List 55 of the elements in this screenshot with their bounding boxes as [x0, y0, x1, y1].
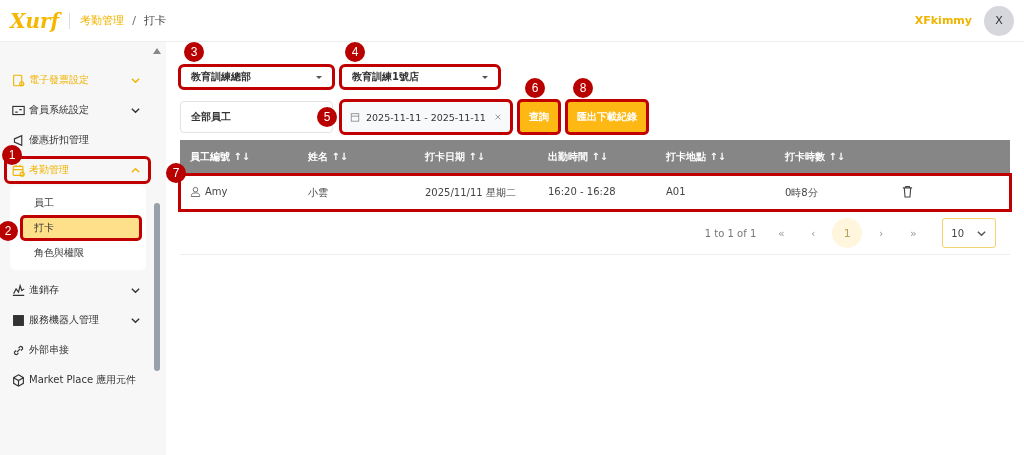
callout-badge: 7 [166, 163, 186, 183]
callout-badge: 4 [345, 42, 365, 62]
table-cell: 0時8分 [785, 186, 818, 200]
table-cell: 小雲 [308, 186, 328, 200]
select-field[interactable]: 教育訓練1號店 [341, 66, 499, 88]
sidebar-item[interactable]: 服務機器人管理 [6, 308, 149, 332]
callout-badge: 3 [184, 42, 204, 62]
date-range-field[interactable]: 2025-11-11 - 2025-11-11 [341, 101, 511, 133]
callout-badge: 6 [525, 78, 545, 98]
next-page-button[interactable]: › [868, 218, 895, 248]
select-field[interactable]: 教育訓練總部 [180, 66, 333, 88]
clear-icon[interactable] [494, 113, 502, 121]
calendar-icon [12, 163, 25, 177]
column-header[interactable]: 出勤時間 ↑↓ [548, 150, 609, 164]
table-cell: Amy [190, 186, 228, 197]
sidebar-item[interactable]: 外部串接 [6, 338, 149, 362]
calendar-icon [350, 112, 360, 122]
sidebar-item[interactable]: 會員系統設定 [6, 98, 149, 122]
chart-icon [12, 283, 25, 297]
megaphone-icon [12, 133, 25, 147]
cube-icon [12, 373, 25, 387]
first-page-button[interactable]: « [768, 218, 795, 248]
breadcrumb-separator: / [132, 14, 136, 27]
sidebar-item[interactable]: 進銷存 [6, 278, 149, 302]
table-cell: 16:20 - 16:28 [548, 186, 616, 197]
trash-icon[interactable] [902, 185, 913, 198]
submenu-item[interactable]: 員工 [22, 192, 140, 214]
column-header[interactable]: 姓名 ↑↓ [308, 150, 349, 164]
column-header[interactable]: 打卡日期 ↑↓ [425, 150, 486, 164]
user-avatar[interactable]: X [984, 5, 1014, 36]
id-card-icon [12, 103, 25, 117]
person-icon [190, 186, 201, 197]
table-cell: 2025/11/11 星期二 [425, 186, 516, 200]
link-icon [12, 343, 25, 357]
callout-badge: 1 [2, 145, 22, 165]
column-header[interactable]: 打卡時數 ↑↓ [785, 150, 846, 164]
table-cell: A01 [666, 186, 686, 197]
previous-page-button[interactable]: ‹ [800, 218, 827, 248]
page-button[interactable]: 1 [832, 218, 863, 248]
callout-badge: 2 [0, 221, 18, 241]
column-header[interactable]: 打卡地點 ↑↓ [666, 150, 727, 164]
page-size-select[interactable]: 10 [942, 218, 996, 248]
breadcrumb-item[interactable]: 打卡 [143, 13, 166, 28]
callout-badge: 5 [317, 107, 337, 127]
submenu-item[interactable]: 打卡 [22, 217, 140, 239]
last-page-button[interactable]: » [900, 218, 927, 248]
user-name[interactable]: XFkimmy [914, 14, 972, 27]
callout-badge: 8 [573, 78, 593, 98]
submenu-item[interactable]: 角色與權限 [22, 242, 140, 264]
column-header[interactable]: 員工編號 ↑↓ [190, 150, 251, 164]
document-icon [12, 73, 25, 87]
pagination-summary: 1 to 1 of 1 [704, 227, 757, 239]
sidebar-item[interactable]: Market Place 應用元件 [6, 368, 149, 392]
table-row[interactable]: Amy 小雲 2025/11/11 星期二 16:20 - 16:28 A01 0時8分 [180, 175, 1010, 210]
breadcrumb-item[interactable]: 考勤管理 [80, 13, 125, 28]
